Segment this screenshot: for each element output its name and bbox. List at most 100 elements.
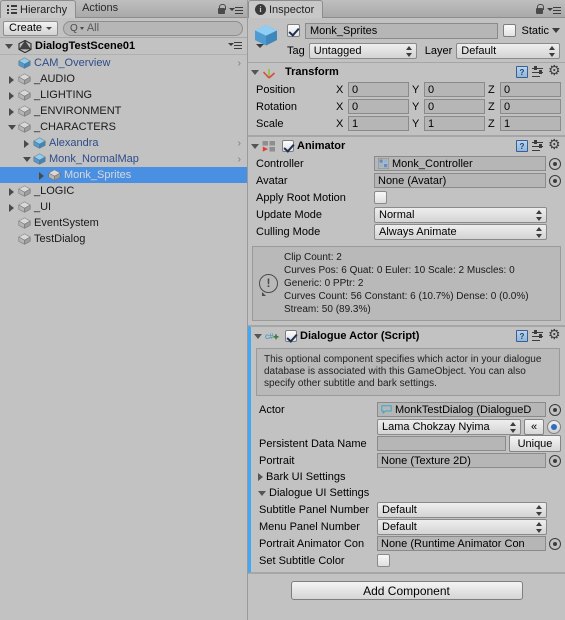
prefab-open-chevron-icon[interactable]: › — [238, 58, 247, 69]
preset-icon[interactable] — [532, 66, 545, 78]
transform-position-x-input[interactable]: 0 — [348, 82, 409, 97]
transform-header[interactable]: Transform ? — [248, 62, 565, 81]
layer-dropdown[interactable]: Default — [456, 43, 560, 59]
add-component-button[interactable]: Add Component — [290, 581, 523, 600]
create-button[interactable]: Create — [3, 20, 59, 36]
transform-scale-y-input[interactable]: 1 — [424, 116, 485, 131]
component-transform: Transform ? PositionX0Y0Z0RotationX0Y0Z0… — [248, 62, 565, 136]
apply-root-motion-checkbox[interactable] — [374, 191, 387, 204]
hierarchy-item-logic[interactable]: _LOGIC — [0, 183, 247, 199]
hamburger-menu-icon[interactable] — [547, 5, 561, 15]
transform-rotation-x-input[interactable]: 0 — [348, 99, 409, 114]
actor-name-dropdown[interactable]: Lama Chokzay Nyima — [377, 418, 521, 435]
tag-dropdown[interactable]: Untagged — [308, 43, 417, 59]
disclosure-triangle[interactable] — [6, 103, 18, 119]
hierarchy-item-cam-overview[interactable]: CAM_Overview › — [0, 55, 247, 71]
static-dropdown[interactable]: Static — [521, 25, 560, 37]
axis-label-x: X — [336, 117, 344, 130]
disclosure-triangle[interactable] — [6, 71, 18, 87]
object-picker-icon[interactable] — [549, 403, 561, 416]
help-icon[interactable]: ? — [516, 66, 528, 78]
foldout-triangle-icon[interactable] — [251, 143, 259, 149]
help-icon[interactable]: ? — [516, 140, 528, 152]
foldout-triangle-icon[interactable] — [251, 69, 259, 75]
hierarchy-item-characters[interactable]: _CHARACTERS — [0, 119, 247, 135]
bark-ui-settings-foldout[interactable]: Bark UI Settings — [255, 469, 561, 485]
static-checkbox[interactable] — [503, 24, 517, 37]
lock-icon[interactable] — [217, 4, 226, 15]
transform-scale-z-input[interactable]: 1 — [500, 116, 561, 131]
transform-scale-x-input[interactable]: 1 — [348, 116, 409, 131]
gear-icon[interactable] — [548, 326, 561, 343]
set-subtitle-color-checkbox[interactable] — [377, 554, 390, 567]
lock-icon[interactable] — [535, 4, 544, 15]
tab-hierarchy[interactable]: Hierarchy — [0, 0, 77, 18]
transform-rotation-y-input[interactable]: 0 — [424, 99, 485, 114]
dialogue-ui-settings-foldout[interactable]: Dialogue UI Settings — [255, 485, 561, 501]
prefab-open-chevron-icon[interactable]: › — [238, 154, 247, 165]
scene-root-row[interactable]: DialogTestScene01 — [0, 38, 247, 55]
gameobject-enabled-checkbox[interactable] — [287, 24, 300, 37]
preset-icon[interactable] — [532, 330, 545, 342]
help-icon[interactable]: ? — [516, 330, 528, 342]
dialogue-actor-header[interactable]: c# Dialogue Actor (Script) ? — [251, 326, 565, 345]
object-picker-icon[interactable] — [549, 537, 561, 550]
scene-disclosure-triangle[interactable] — [3, 38, 15, 54]
menu-panel-number-dropdown[interactable]: Default — [377, 518, 547, 535]
transform-rotation-z-input[interactable]: 0 — [500, 99, 561, 114]
tab-inspector[interactable]: i Inspector — [248, 0, 324, 18]
tab-actions[interactable]: Actions — [76, 0, 126, 17]
updown-arrows-icon — [536, 521, 543, 533]
hierarchy-item-lighting[interactable]: _LIGHTING — [0, 87, 247, 103]
hierarchy-tabbar: Hierarchy Actions — [0, 0, 247, 18]
persistent-data-name-input[interactable] — [377, 436, 506, 451]
hierarchy-item-environment[interactable]: _ENVIRONMENT — [0, 103, 247, 119]
disclosure-triangle[interactable] — [36, 167, 48, 183]
disclosure-triangle[interactable] — [6, 199, 18, 215]
transform-position-y-input[interactable]: 0 — [424, 82, 485, 97]
prefab-open-chevron-icon[interactable]: › — [238, 138, 247, 149]
gear-icon[interactable] — [548, 62, 561, 79]
dialogue-actor-enabled-checkbox[interactable] — [285, 330, 297, 342]
disclosure-triangle[interactable] — [21, 135, 33, 151]
portrait-field[interactable]: None (Texture 2D) — [377, 453, 546, 468]
avatar-field[interactable]: None (Avatar) — [374, 173, 546, 188]
gear-icon[interactable] — [548, 136, 561, 153]
hierarchy-item-testdialog[interactable]: TestDialog — [0, 231, 247, 247]
animator-header[interactable]: Animator ? — [248, 136, 565, 155]
actor-field[interactable]: MonkTestDialog (DialogueD — [377, 402, 546, 417]
actor-select-radio[interactable] — [547, 419, 561, 434]
gameobject-name-field[interactable]: Monk_Sprites — [305, 22, 499, 39]
hierarchy-item-alexandra[interactable]: Alexandra › — [0, 135, 247, 151]
inspector-tabbar: i Inspector — [248, 0, 565, 18]
hierarchy-item-eventsystem[interactable]: EventSystem — [0, 215, 247, 231]
search-input[interactable]: Q All — [63, 20, 243, 36]
object-picker-icon[interactable] — [549, 174, 561, 187]
foldout-triangle-icon[interactable] — [254, 333, 262, 339]
hierarchy-item-monk-normalmap[interactable]: Monk_NormalMap › — [0, 151, 247, 167]
update-mode-value: Normal — [379, 208, 415, 221]
culling-mode-dropdown[interactable]: Always Animate — [374, 223, 547, 240]
object-picker-icon[interactable] — [549, 157, 561, 170]
hamburger-menu-icon[interactable] — [229, 5, 243, 15]
unique-button[interactable]: Unique — [509, 435, 561, 452]
disclosure-triangle[interactable] — [21, 151, 33, 167]
disclosure-triangle[interactable] — [6, 183, 18, 199]
disclosure-triangle[interactable] — [6, 87, 18, 103]
set-subtitle-color-label: Set Subtitle Color — [259, 554, 345, 567]
chevron-down-icon[interactable] — [256, 44, 264, 48]
portrait-animator-controller-field[interactable]: None (Runtime Animator Con — [377, 536, 546, 551]
hierarchy-item-ui[interactable]: _UI — [0, 199, 247, 215]
hierarchy-item-audio[interactable]: _AUDIO — [0, 71, 247, 87]
transform-position-z-input[interactable]: 0 — [500, 82, 561, 97]
hierarchy-item-monk-sprites[interactable]: Monk_Sprites — [0, 167, 247, 183]
subtitle-panel-number-dropdown[interactable]: Default — [377, 501, 547, 518]
animator-enabled-checkbox[interactable] — [282, 140, 294, 152]
actor-prev-button[interactable]: « — [524, 418, 544, 435]
controller-field[interactable]: Monk_Controller — [374, 156, 546, 171]
preset-icon[interactable] — [532, 140, 545, 152]
object-picker-icon[interactable] — [549, 454, 561, 467]
disclosure-triangle[interactable] — [6, 119, 18, 135]
update-mode-dropdown[interactable]: Normal — [374, 206, 547, 223]
scene-menu-icon[interactable] — [228, 40, 247, 53]
